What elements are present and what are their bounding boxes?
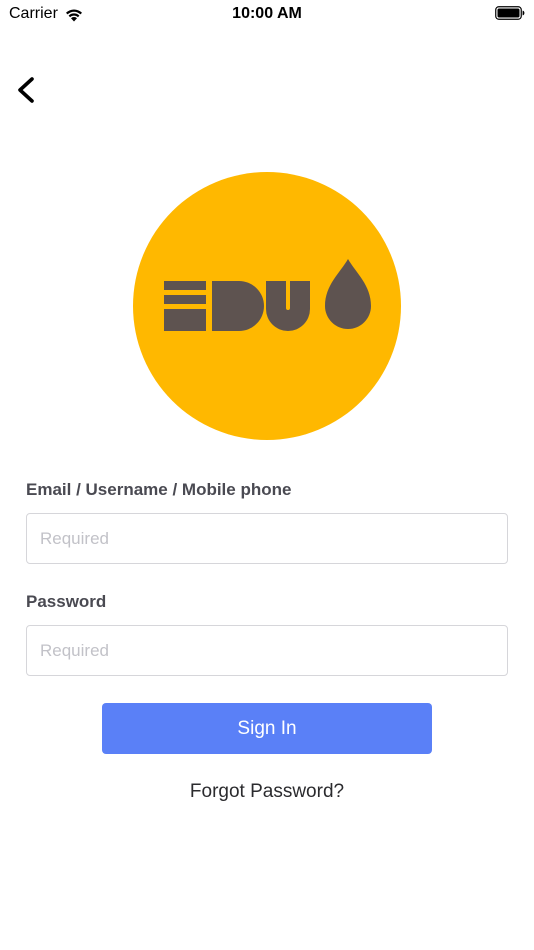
login-screen: Carrier 10:00 AM Email / Username / Mobi… [0, 0, 534, 950]
status-bar: Carrier 10:00 AM [0, 0, 534, 30]
sign-in-button[interactable]: Sign In [102, 703, 432, 754]
email-input[interactable] [26, 513, 508, 564]
logo-letter-e-top [164, 281, 206, 290]
logo-letter-e-bottom [164, 309, 206, 331]
email-label: Email / Username / Mobile phone [26, 480, 292, 499]
password-label: Password [26, 592, 107, 611]
password-input[interactable] [26, 625, 508, 676]
status-time: 10:00 AM [232, 5, 302, 22]
logo-letter-e-middle [164, 295, 206, 304]
logo-letter-d [212, 281, 264, 331]
battery-icon [495, 6, 525, 20]
eduo-logo [133, 172, 401, 440]
back-button[interactable] [12, 72, 44, 108]
forgot-password-link[interactable]: Forgot Password? [0, 781, 534, 803]
chevron-left-icon [18, 77, 34, 103]
